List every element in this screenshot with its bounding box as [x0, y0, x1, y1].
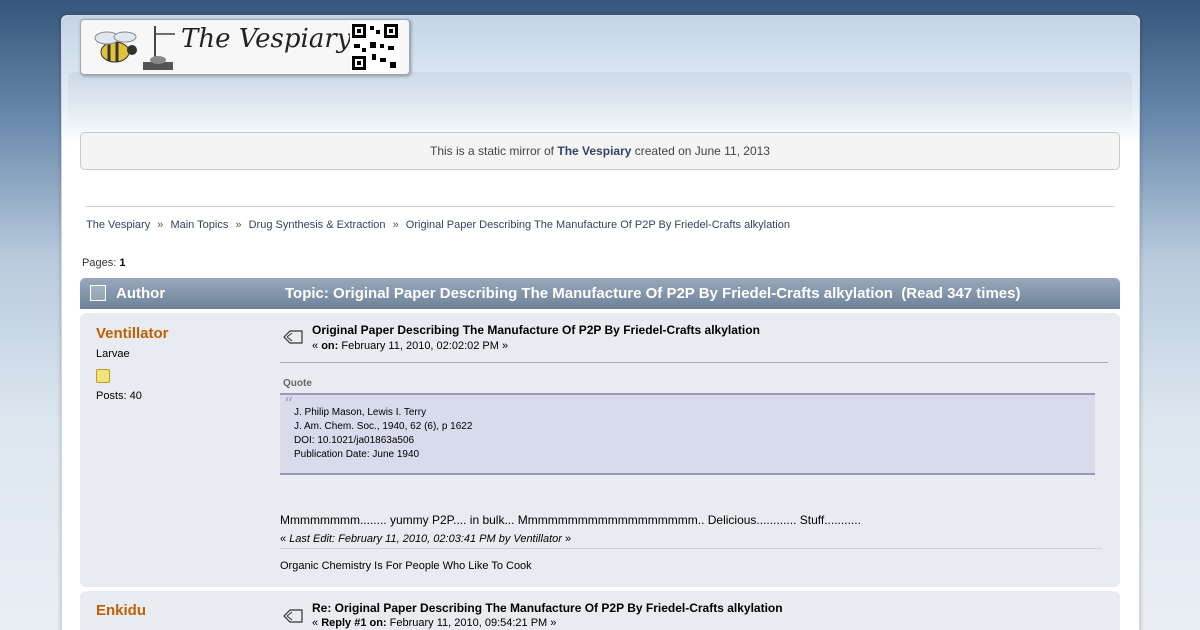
quote-label: Quote: [283, 378, 312, 389]
last-edit-text: Last Edit: February 11, 2010, 02:03:41 P…: [289, 533, 562, 545]
topic-icon: [90, 285, 106, 301]
rank-star-icon: [96, 369, 110, 383]
breadcrumb-item-main-topics[interactable]: Main Topics: [170, 219, 228, 231]
divider: [86, 206, 1114, 207]
quote-line: J. Am. Chem. Soc., 1940, 62 (6), p 1622: [294, 421, 473, 432]
post-meta: « on: February 11, 2010, 02:02:02 PM »: [312, 340, 508, 352]
last-edit-note: « Last Edit: February 11, 2010, 02:03:41…: [280, 533, 571, 545]
breadcrumb-item-home[interactable]: The Vespiary: [86, 219, 150, 231]
topic-header-bar: Author Topic: Original Paper Describing …: [80, 278, 1120, 309]
quote-mark-icon: “: [284, 394, 294, 415]
post-body: Mmmmmmmm........ yummy P2P.... in bulk..…: [280, 513, 861, 527]
breadcrumb-separator: »: [392, 219, 399, 231]
topic-title: Topic: Original Paper Describing The Man…: [285, 285, 1021, 302]
message-icon: [283, 609, 303, 623]
post-date: February 11, 2010, 02:02:02 PM »: [341, 340, 509, 352]
post-header-divider: [280, 362, 1108, 363]
static-mirror-notice: This is a static mirror of The Vespiary …: [80, 132, 1120, 170]
post-meta-prefix: «: [312, 340, 319, 352]
breadcrumb: The Vespiary » Main Topics » Drug Synthe…: [86, 219, 790, 231]
poster-rank: Larvae: [96, 348, 130, 360]
post-meta-on: Reply #1 on:: [321, 617, 387, 629]
quote-line: J. Philip Mason, Lewis I. Terry: [294, 407, 427, 418]
pagination-current-page: 1: [119, 257, 126, 269]
flask-stand-icon: [143, 26, 175, 70]
pagination-label: Pages:: [82, 257, 117, 269]
logo-title: The Vespiary: [181, 24, 352, 54]
breadcrumb-item-topic[interactable]: Original Paper Describing The Manufactur…: [406, 219, 790, 231]
quote-line: DOI: 10.1021/ja01863a506: [294, 435, 415, 446]
notice-prefix: This is a static mirror of: [430, 144, 555, 158]
post: Enkidu Re: Original Paper Describing The…: [80, 591, 1120, 630]
poster-post-count: Posts: 40: [96, 390, 142, 402]
poster-name[interactable]: Enkidu: [96, 602, 146, 619]
breadcrumb-item-board[interactable]: Drug Synthesis & Extraction: [249, 219, 386, 231]
post-meta: « Reply #1 on: February 11, 2010, 09:54:…: [312, 617, 556, 629]
post-subject[interactable]: Original Paper Describing The Manufactur…: [312, 323, 760, 337]
pagination: Pages: 1: [82, 257, 125, 269]
post: Ventillator Larvae Posts: 40 Original Pa…: [80, 313, 1120, 587]
quote-line: Publication Date: June 1940: [294, 449, 420, 460]
message-icon: [283, 330, 303, 344]
last-edit-prefix: «: [280, 533, 287, 545]
post-meta-prefix: «: [312, 617, 319, 629]
quote-block: “ J. Philip Mason, Lewis I. Terry J. Am.…: [280, 393, 1095, 475]
post-meta-on: on:: [321, 340, 339, 352]
qr-code-icon: [350, 22, 400, 72]
last-edit-suffix: »: [564, 533, 572, 545]
wasp-icon: [94, 31, 137, 63]
notice-suffix: created on June 11, 2013: [634, 144, 770, 158]
breadcrumb-separator: »: [235, 219, 242, 231]
signature: Organic Chemistry Is For People Who Like…: [280, 560, 532, 572]
notice-site-link[interactable]: The Vespiary: [557, 144, 631, 158]
breadcrumb-separator: »: [157, 219, 164, 231]
site-logo[interactable]: The Vespiary: [80, 19, 410, 75]
author-column-label: Author: [116, 285, 166, 302]
signature-divider: [280, 548, 1102, 549]
poster-name[interactable]: Ventillator: [96, 325, 169, 342]
post-date: February 11, 2010, 09:54:21 PM »: [389, 617, 557, 629]
post-subject[interactable]: Re: Original Paper Describing The Manufa…: [312, 601, 783, 615]
